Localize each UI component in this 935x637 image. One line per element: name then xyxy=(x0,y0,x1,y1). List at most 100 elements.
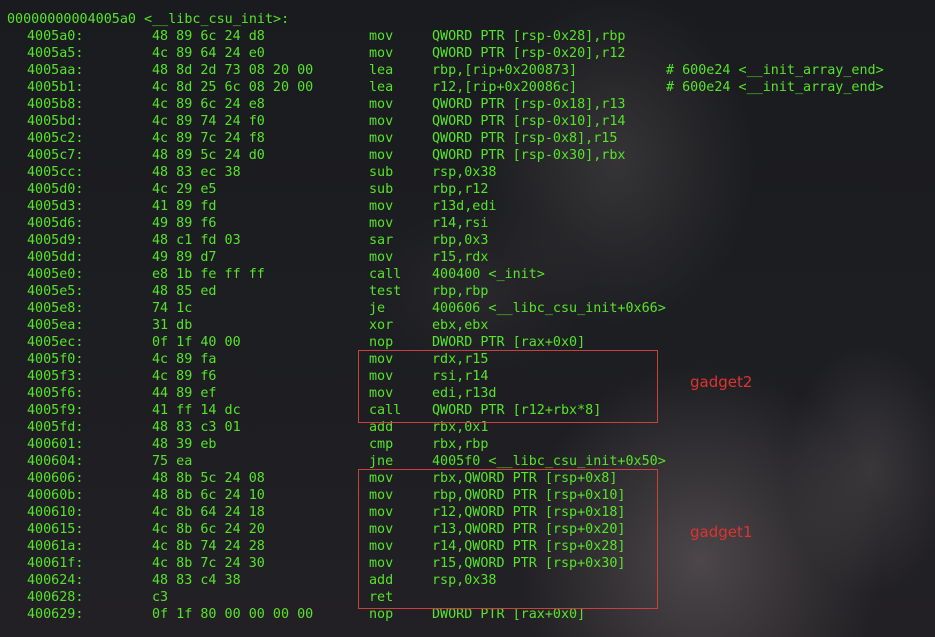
terminal-output[interactable]: 00000000004005a0 <__libc_csu_init>: 4005… xyxy=(0,0,935,637)
instruction-operands: ebx,ebx xyxy=(432,318,489,333)
instruction-bytes: 4c 89 64 24 e0 xyxy=(152,46,265,61)
instruction-address: 4005e8: xyxy=(27,301,84,316)
instruction-mnemonic: mov xyxy=(369,114,394,129)
instruction-mnemonic: mov xyxy=(369,131,394,146)
instruction-bytes: 4c 89 fa xyxy=(152,352,217,367)
instruction-mnemonic: xor xyxy=(369,318,394,333)
instruction-comment: # 600e24 <__init_array_end> xyxy=(666,80,884,95)
instruction-mnemonic: lea xyxy=(369,63,394,78)
instruction-address: 400624: xyxy=(27,573,84,588)
instruction-mnemonic: je xyxy=(369,301,386,316)
instruction-bytes: 4c 89 74 24 f0 xyxy=(152,114,265,129)
instruction-bytes: 75 ea xyxy=(152,454,193,469)
instruction-operands: 400400 <_init> xyxy=(432,267,545,282)
instruction-address: 4005d3: xyxy=(27,199,84,214)
instruction-bytes: 4c 8b 74 24 28 xyxy=(152,539,265,554)
instruction-bytes: 4c 89 7c 24 f8 xyxy=(152,131,265,146)
instruction-operands: r14,rsi xyxy=(432,216,489,231)
instruction-mnemonic: cmp xyxy=(369,437,394,452)
instruction-bytes: 48 39 eb xyxy=(152,437,217,452)
gadget2-highlight-box xyxy=(358,350,658,423)
instruction-operands: QWORD PTR [rsp-0x30],rbx xyxy=(432,148,626,163)
instruction-operands: QWORD PTR [rsp-0x10],r14 xyxy=(432,114,626,129)
instruction-operands: 4005f0 <__libc_csu_init+0x50> xyxy=(432,454,666,469)
instruction-comment: # 600e24 <__init_array_end> xyxy=(666,63,884,78)
instruction-address: 4005ea: xyxy=(27,318,84,333)
instruction-bytes: 49 89 d7 xyxy=(152,250,217,265)
instruction-bytes: 48 8b 6c 24 10 xyxy=(152,488,265,503)
instruction-address: 400601: xyxy=(27,437,84,452)
instruction-address: 4005f3: xyxy=(27,369,84,384)
instruction-operands: QWORD PTR [rsp-0x28],rbp xyxy=(432,29,626,44)
instruction-mnemonic: mov xyxy=(369,216,394,231)
instruction-operands: QWORD PTR [rsp-0x18],r13 xyxy=(432,97,626,112)
instruction-bytes: 41 ff 14 dc xyxy=(152,403,241,418)
instruction-address: 400604: xyxy=(27,454,84,469)
instruction-mnemonic: sar xyxy=(369,233,394,248)
instruction-address: 40061a: xyxy=(27,539,84,554)
instruction-bytes: 48 83 c4 38 xyxy=(152,573,241,588)
instruction-bytes: 48 83 c3 01 xyxy=(152,420,241,435)
instruction-mnemonic: mov xyxy=(369,29,394,44)
instruction-bytes: 48 8d 2d 73 08 20 00 xyxy=(152,63,314,78)
instruction-bytes: 4c 89 6c 24 e8 xyxy=(152,97,265,112)
instruction-bytes: 4c 8b 7c 24 30 xyxy=(152,556,265,571)
instruction-mnemonic: mov xyxy=(369,148,394,163)
gadget1-label: gadget1 xyxy=(690,523,753,541)
instruction-bytes: 4c 29 e5 xyxy=(152,182,217,197)
instruction-address: 4005f9: xyxy=(27,403,84,418)
instruction-bytes: 48 8b 5c 24 08 xyxy=(152,471,265,486)
instruction-address: 40061f: xyxy=(27,556,84,571)
instruction-bytes: 0f 1f 80 00 00 00 00 xyxy=(152,607,314,622)
instruction-address: 400610: xyxy=(27,505,84,520)
instruction-bytes: 4c 8b 64 24 18 xyxy=(152,505,265,520)
instruction-bytes: 4c 8b 6c 24 20 xyxy=(152,522,265,537)
instruction-operands: QWORD PTR [rsp-0x20],r12 xyxy=(432,46,626,61)
instruction-bytes: 48 83 ec 38 xyxy=(152,165,241,180)
instruction-address: 40060b: xyxy=(27,488,84,503)
gadget1-highlight-box xyxy=(358,469,658,609)
instruction-bytes: 4c 89 f6 xyxy=(152,369,217,384)
function-header-text: 00000000004005a0 <__libc_csu_init>: xyxy=(7,12,290,27)
instruction-operands: rbp,0x3 xyxy=(432,233,489,248)
instruction-address: 4005f6: xyxy=(27,386,84,401)
instruction-mnemonic: call xyxy=(369,267,402,282)
instruction-address: 400606: xyxy=(27,471,84,486)
instruction-operands: rbp,[rip+0x200873] xyxy=(432,63,578,78)
instruction-operands: rsp,0x38 xyxy=(432,165,497,180)
instruction-address: 4005fd: xyxy=(27,420,84,435)
instruction-bytes: 0f 1f 40 00 xyxy=(152,335,241,350)
instruction-address: 400628: xyxy=(27,590,84,605)
instruction-mnemonic: mov xyxy=(369,46,394,61)
instruction-address: 4005b1: xyxy=(27,80,84,95)
instruction-operands: r12,[rip+0x20086c] xyxy=(432,80,578,95)
instruction-address: 4005cc: xyxy=(27,165,84,180)
instruction-operands: 400606 <__libc_csu_init+0x66> xyxy=(432,301,666,316)
instruction-bytes: 49 89 f6 xyxy=(152,216,217,231)
instruction-address: 4005b8: xyxy=(27,97,84,112)
instruction-bytes: c3 xyxy=(152,590,169,605)
instruction-bytes: 48 85 ed xyxy=(152,284,217,299)
instruction-address: 4005dd: xyxy=(27,250,84,265)
instruction-bytes: 48 89 6c 24 d8 xyxy=(152,29,265,44)
instruction-address: 4005c2: xyxy=(27,131,84,146)
instruction-address: 4005d0: xyxy=(27,182,84,197)
instruction-bytes: e8 1b fe ff ff xyxy=(152,267,265,282)
instruction-address: 4005aa: xyxy=(27,63,84,78)
instruction-address: 4005a0: xyxy=(27,29,84,44)
instruction-mnemonic: mov xyxy=(369,199,394,214)
instruction-mnemonic: sub xyxy=(369,182,394,197)
instruction-mnemonic: jne xyxy=(369,454,394,469)
instruction-operands: DWORD PTR [rax+0x0] xyxy=(432,335,586,350)
instruction-address: 400629: xyxy=(27,607,84,622)
instruction-address: 4005bd: xyxy=(27,114,84,129)
instruction-bytes: 48 89 5c 24 d0 xyxy=(152,148,265,163)
function-header: 00000000004005a0 <__libc_csu_init>: xyxy=(0,11,289,28)
instruction-mnemonic: mov xyxy=(369,97,394,112)
instruction-mnemonic: mov xyxy=(369,250,394,265)
instruction-operands: QWORD PTR [rsp-0x8],r15 xyxy=(432,131,618,146)
instruction-bytes: 4c 8d 25 6c 08 20 00 xyxy=(152,80,314,95)
instruction-operands: rbx,rbp xyxy=(432,437,489,452)
instruction-mnemonic: test xyxy=(369,284,402,299)
instruction-bytes: 44 89 ef xyxy=(152,386,217,401)
